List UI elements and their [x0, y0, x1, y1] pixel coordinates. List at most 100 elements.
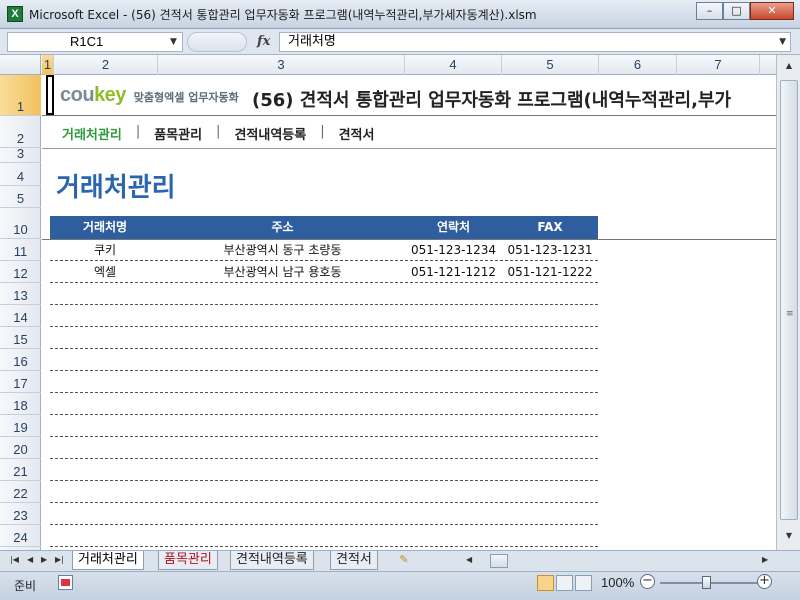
nav-link-quote[interactable]: 견적서 [339, 124, 375, 143]
cell-fax[interactable]: 051-121-1222 [502, 261, 598, 283]
table-row[interactable] [50, 371, 598, 393]
select-all-corner[interactable] [0, 55, 41, 75]
sheet-tab-quote[interactable]: 견적서 [330, 551, 378, 570]
formula-tools: fx [187, 32, 277, 52]
sheet-nav: 거래처관리 | 품목관리 | 견적내역등록 | 견적서 [62, 124, 374, 143]
table-row[interactable] [50, 305, 598, 327]
sheet-tab-quote-entry[interactable]: 견적내역등록 [230, 551, 314, 570]
excel-app-icon[interactable]: X [7, 6, 23, 22]
row-header[interactable]: 20 [0, 437, 41, 459]
last-sheet-icon[interactable]: ▶| [55, 555, 64, 564]
column-header[interactable]: 3 [158, 55, 405, 75]
cell-address[interactable]: 부산광역시 동구 초량동 [160, 239, 405, 261]
table-row[interactable] [50, 283, 598, 305]
name-box-dropdown-icon[interactable]: ▼ [170, 37, 177, 47]
worksheet[interactable]: 1 2 3 4 5 6 7 1 2 3 4 5 10 11 12 13 14 1… [0, 55, 800, 550]
formula-input[interactable]: 거래처명 ▼ [279, 32, 791, 52]
table-row[interactable] [50, 459, 598, 481]
table-row[interactable]: 엑셀 부산광역시 남구 용호동 051-121-1212 051-121-122… [50, 261, 598, 283]
close-button[interactable]: ✕ [750, 2, 794, 20]
column-header[interactable]: 2 [54, 55, 158, 75]
vertical-scroll-thumb[interactable]: ≡ [780, 80, 798, 520]
column-header[interactable]: 5 [502, 55, 599, 75]
table-row[interactable] [50, 437, 598, 459]
table-row[interactable] [50, 393, 598, 415]
table-row[interactable] [50, 327, 598, 349]
sheet-tab-clients[interactable]: 거래처관리 [72, 551, 144, 570]
row-header[interactable]: 17 [0, 371, 41, 393]
row-header[interactable]: 16 [0, 349, 41, 371]
scroll-down-icon[interactable]: ▼ [781, 531, 797, 545]
scroll-left-icon[interactable]: ◀ [466, 555, 472, 564]
prev-sheet-icon[interactable]: ◀ [27, 555, 33, 564]
table-row[interactable] [50, 481, 598, 503]
zoom-slider-knob[interactable] [702, 576, 711, 589]
name-box[interactable]: R1C1 [7, 32, 183, 52]
cell-client-name[interactable]: 쿠키 [50, 239, 160, 261]
page-layout-view-button[interactable] [556, 575, 573, 591]
horizontal-scroll-thumb[interactable] [490, 554, 508, 568]
row-header[interactable]: 19 [0, 415, 41, 437]
macro-record-icon[interactable] [58, 575, 73, 590]
row-header[interactable]: 2 [0, 116, 41, 148]
column-header[interactable]: 4 [405, 55, 502, 75]
zoom-in-button[interactable]: + [757, 574, 772, 589]
nav-separator: | [135, 124, 141, 139]
sheet-tab-items[interactable]: 품목관리 [158, 551, 218, 570]
cell-area[interactable]: coukey 맞춤형엑셀 업무자동화 (56) 견적서 통합관리 업무자동화 프… [42, 75, 776, 550]
minimize-button[interactable]: – [696, 2, 723, 20]
active-cell[interactable] [46, 75, 54, 115]
row-header[interactable]: 22 [0, 481, 41, 503]
cell-fax[interactable]: 051-123-1231 [502, 239, 598, 261]
row-header[interactable]: 15 [0, 327, 41, 349]
column-header[interactable]: 1 [42, 55, 54, 75]
row-header[interactable]: 23 [0, 503, 41, 525]
column-header[interactable]: 6 [599, 55, 677, 75]
first-sheet-icon[interactable]: |◀ [10, 555, 19, 564]
scroll-right-icon[interactable]: ▶ [762, 555, 768, 564]
row-header[interactable]: 11 [0, 239, 41, 261]
table-row[interactable] [50, 349, 598, 371]
table-row[interactable] [50, 503, 598, 525]
horizontal-scrollbar[interactable]: ◀ ▶ [466, 554, 776, 569]
table-row[interactable]: 쿠키 부산광역시 동구 초량동 051-123-1234 051-123-123… [50, 239, 598, 261]
next-sheet-icon[interactable]: ▶ [41, 555, 47, 564]
row-header[interactable]: 24 [0, 525, 41, 547]
column-header[interactable]: 7 [677, 55, 760, 75]
row-header[interactable]: 1 [0, 75, 41, 116]
row-header[interactable]: 5 [0, 186, 41, 208]
cell-phone[interactable]: 051-121-1212 [405, 261, 502, 283]
row-header[interactable]: 3 [0, 146, 41, 163]
table-row[interactable] [50, 525, 598, 547]
row-header[interactable]: 10 [0, 208, 41, 239]
normal-view-button[interactable] [537, 575, 554, 591]
insert-sheet-icon[interactable]: ✎ [396, 553, 412, 568]
formula-pill[interactable] [187, 32, 247, 52]
cell-client-name[interactable]: 엑셀 [50, 261, 160, 283]
header-phone: 연락처 [436, 220, 471, 234]
maximize-button[interactable]: □ [723, 2, 750, 20]
scroll-up-icon[interactable]: ▲ [781, 61, 797, 75]
row-header[interactable]: 18 [0, 393, 41, 415]
page-break-view-button[interactable] [575, 575, 592, 591]
logo-key: key [94, 84, 126, 106]
formula-content: 거래처명 [288, 34, 336, 49]
row-header[interactable]: 14 [0, 305, 41, 327]
zoom-out-button[interactable]: − [640, 574, 655, 589]
insert-function-icon[interactable]: fx [257, 34, 270, 49]
row-header[interactable]: 13 [0, 283, 41, 305]
window-controls: – □ ✕ [696, 2, 794, 20]
vertical-scrollbar[interactable]: ▲ ≡ ▼ [776, 55, 800, 550]
status-bar: 준비 100% − + [0, 571, 800, 600]
row-header[interactable]: 21 [0, 459, 41, 481]
table-row[interactable] [50, 415, 598, 437]
expand-formula-icon[interactable]: ▼ [779, 33, 786, 51]
zoom-level[interactable]: 100% [601, 575, 634, 590]
cell-phone[interactable]: 051-123-1234 [405, 239, 502, 261]
cell-address[interactable]: 부산광역시 남구 용호동 [160, 261, 405, 283]
nav-link-items[interactable]: 품목관리 [154, 124, 202, 143]
row-header[interactable]: 4 [0, 163, 41, 186]
nav-link-quote-entry[interactable]: 견적내역등록 [234, 124, 306, 143]
row-header[interactable]: 12 [0, 261, 41, 283]
nav-link-clients[interactable]: 거래처관리 [62, 124, 122, 143]
